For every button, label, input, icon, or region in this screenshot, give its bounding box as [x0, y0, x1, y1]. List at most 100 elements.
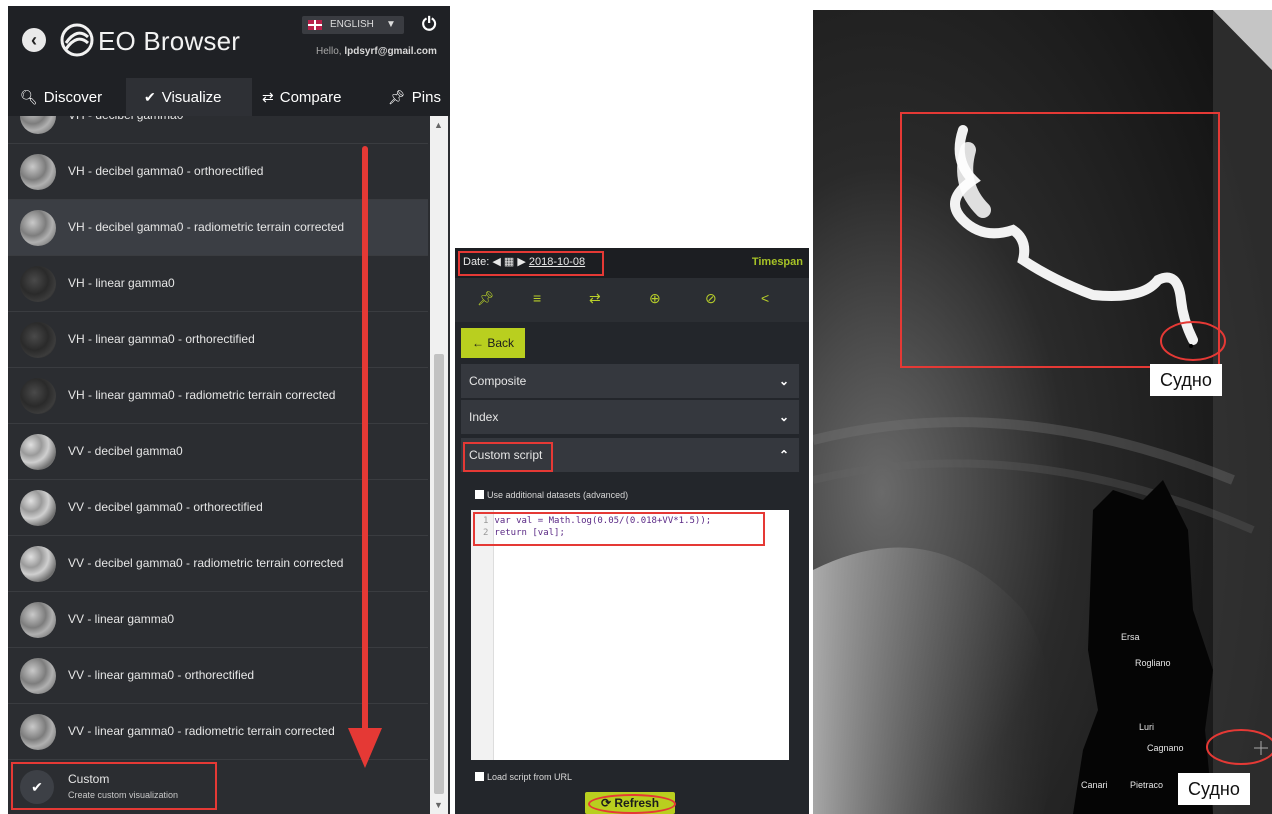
layer-thumbnail: [20, 322, 56, 358]
back-button[interactable]: ← Back: [461, 328, 525, 358]
eo-browser-logo-icon: [60, 23, 94, 57]
ship-label: Судно: [1178, 773, 1250, 805]
layer-thumbnail: [20, 490, 56, 526]
tab-compare[interactable]: ⇄ Compare: [262, 78, 341, 116]
annotation-box-custom: [11, 762, 217, 810]
checkbox-label: Use additional datasets (advanced): [487, 490, 629, 500]
place-label: Pietraco: [1130, 780, 1164, 790]
layer-thumbnail: [20, 378, 56, 414]
pin-icon: 📌︎: [388, 89, 406, 105]
layer-thumbnail: [20, 602, 56, 638]
tab-discover[interactable]: 🔍︎ Discover: [20, 78, 102, 116]
greeting-text: Hello,: [316, 46, 342, 57]
scroll-down-arrow-icon[interactable]: ▼: [434, 800, 443, 810]
annotation-box-custom-script: [463, 442, 553, 472]
layer-item[interactable]: VH - decibel gamma0: [8, 116, 428, 144]
annotation-ellipse-refresh: [588, 794, 676, 814]
tab-pins[interactable]: 📌︎ Pins: [388, 78, 441, 116]
swap-icon: ⇄: [262, 89, 274, 105]
layer-thumbnail: [20, 210, 56, 246]
layer-label: VH - decibel gamma0 - radiometric terrai…: [68, 220, 345, 234]
scroll-thumb[interactable]: [434, 354, 444, 794]
crosshair-icon[interactable]: ⊕: [649, 290, 661, 307]
place-label: Rogliano: [1135, 658, 1171, 668]
uk-flag-icon: [308, 20, 322, 30]
chevron-down-icon: ▼: [386, 19, 396, 30]
language-label: ENGLISH: [330, 19, 374, 30]
user-email: lpdsyrf@gmail.com: [344, 46, 437, 57]
language-select[interactable]: ENGLISH ▼: [302, 16, 404, 34]
annotation-box-code: [473, 512, 765, 546]
tab-discover-label: Discover: [43, 89, 103, 106]
checkbox-label: Load script from URL: [487, 772, 573, 782]
layer-label: VV - linear gamma0 - radiometric terrain…: [68, 724, 335, 738]
ship-mark: [1189, 344, 1193, 348]
editor-gutter: [471, 510, 494, 760]
layer-thumbnail: [20, 546, 56, 582]
swap-icon[interactable]: ⇄: [589, 290, 601, 307]
layer-thumbnail: [20, 266, 56, 302]
header: ‹ EO Browser ENGLISH ▼ ⏻ Hello, lpdsyrf@…: [8, 6, 450, 78]
search-icon: 🔍︎: [20, 89, 38, 105]
chevron-down-icon: ⌄: [778, 374, 789, 388]
pin-icon[interactable]: 📌︎: [477, 290, 495, 307]
place-label: Cagnano: [1147, 743, 1184, 753]
swath-strip: [1213, 10, 1272, 814]
layer-thumbnail: [20, 154, 56, 190]
main-tabs: 🔍︎ Discover ✔ Visualize ⇄ Compare 📌︎ Pins: [8, 78, 450, 116]
layer-label: VH - linear gamma0: [68, 276, 175, 290]
checkbox-box[interactable]: [475, 772, 484, 781]
power-icon[interactable]: ⏻: [422, 14, 436, 35]
back-button-label: Back: [487, 336, 515, 350]
app-title: EO Browser: [98, 26, 241, 56]
tab-visualize[interactable]: ✔ Visualize: [126, 78, 252, 116]
layer-thumbnail: [20, 434, 56, 470]
scroll-up-arrow-icon[interactable]: ▲: [434, 120, 443, 130]
annotation-arrow-head: [348, 728, 382, 768]
chevron-up-icon: ⌃: [778, 448, 789, 462]
accordion-index[interactable]: Index ⌄: [461, 400, 799, 434]
checkbox-box[interactable]: [475, 490, 484, 499]
custom-script-panel: Date: ◀ ▦ ▶ 2018-10-08 Timespan 📌︎ ≡ ⇄ ⊕…: [455, 248, 809, 814]
share-icon[interactable]: <: [761, 290, 769, 306]
tab-compare-label: Compare: [279, 89, 342, 106]
layer-label: VH - linear gamma0 - radiometric terrain…: [68, 388, 336, 402]
back-arrow-icon[interactable]: ‹: [22, 28, 46, 52]
accordion-label: Index: [469, 410, 499, 424]
ship-label: Судно: [1150, 364, 1222, 396]
accordion-label: Composite: [469, 374, 527, 388]
chevron-down-icon: ⌄: [778, 410, 789, 424]
scrollbar[interactable]: ▲ ▼: [430, 116, 448, 814]
layer-thumbnail: [20, 714, 56, 750]
tab-visualize-label: Visualize: [161, 89, 222, 106]
sliders-icon[interactable]: ≡: [533, 290, 541, 306]
eo-browser-sidebar: ‹ EO Browser ENGLISH ▼ ⏻ Hello, lpdsyrf@…: [8, 6, 450, 814]
sar-image-panel: Судно Судно Ersa Rogliano Luri Cagnano C…: [813, 10, 1272, 814]
sar-image: [813, 10, 1272, 814]
layer-thumbnail: [20, 116, 56, 134]
user-greeting: Hello, lpdsyrf@gmail.com: [316, 46, 437, 57]
layer-label: VV - decibel gamma0 - orthorectified: [68, 500, 263, 514]
layer-toolbar: 📌︎ ≡ ⇄ ⊕ ⊘ <: [455, 278, 809, 322]
load-script-checkbox[interactable]: Load script from URL: [475, 772, 572, 782]
layer-label: VH - linear gamma0 - orthorectified: [68, 332, 255, 346]
hide-icon[interactable]: ⊘: [705, 290, 717, 307]
annotation-arrow-shaft: [362, 146, 368, 736]
layer-label: VH - decibel gamma0: [68, 116, 183, 143]
brush-icon: ✔: [144, 89, 156, 105]
annotation-box-date: [458, 251, 604, 276]
place-label: Canari: [1081, 780, 1108, 790]
place-label: Ersa: [1121, 632, 1140, 642]
date-bar: Date: ◀ ▦ ▶ 2018-10-08 Timespan: [455, 248, 809, 278]
timespan-link[interactable]: Timespan: [752, 256, 803, 268]
layer-label: VV - decibel gamma0 - radiometric terrai…: [68, 556, 344, 570]
script-editor[interactable]: 1 var val = Math.log(0.05/(0.018+VV*1.5))…: [471, 510, 789, 760]
layer-label: VV - decibel gamma0: [68, 444, 183, 458]
layer-thumbnail: [20, 658, 56, 694]
accordion-composite[interactable]: Composite ⌄: [461, 364, 799, 398]
tab-pins-label: Pins: [411, 89, 441, 106]
use-additional-datasets-checkbox[interactable]: Use additional datasets (advanced): [475, 490, 628, 500]
arrow-left-icon: ←: [471, 336, 484, 350]
layer-label: VV - linear gamma0: [68, 612, 175, 626]
layer-label: VH - decibel gamma0 - orthorectified: [68, 164, 264, 178]
